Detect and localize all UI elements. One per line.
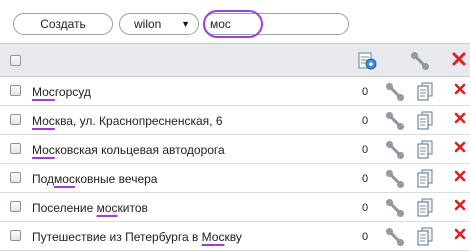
delete-all-icon[interactable] xyxy=(452,52,466,69)
name-suffix: ковные вечера xyxy=(74,172,158,186)
wrench-icon[interactable] xyxy=(386,141,404,162)
name-match: мос xyxy=(96,201,118,215)
wrench-icon[interactable] xyxy=(386,170,404,191)
wrench-icon[interactable] xyxy=(386,228,404,249)
search-input[interactable] xyxy=(206,15,276,33)
row-checkbox[interactable] xyxy=(10,85,21,96)
table-body: Мосгорсуд 0 Москва, ул. Краснопресненская,… xyxy=(0,77,470,251)
table-row: Мосгорсуд 0 xyxy=(0,77,470,106)
row-checkbox[interactable] xyxy=(10,114,21,125)
name-prefix: Под xyxy=(32,172,55,186)
geofence-table: Мосгорсуд 0 Москва, ул. Краснопресненская,… xyxy=(0,43,470,251)
delete-icon[interactable] xyxy=(454,83,466,98)
delete-icon[interactable] xyxy=(454,170,466,185)
row-checkbox[interactable] xyxy=(10,172,21,183)
document-icon[interactable] xyxy=(417,82,433,104)
usage-count: 0 xyxy=(362,202,369,214)
name-suffix: ква, ул. Краснопресненская, 6 xyxy=(54,114,223,128)
table-row: Поселение москитов 0 xyxy=(0,193,470,222)
name-match: Мос xyxy=(32,143,55,157)
account-select-value: wilon xyxy=(134,17,162,31)
name-suffix: китов xyxy=(117,201,148,215)
row-checkbox[interactable] xyxy=(10,143,21,154)
usage-count: 0 xyxy=(362,144,369,156)
document-icon[interactable] xyxy=(417,227,433,249)
geofence-name-link[interactable]: Подмосковные вечера xyxy=(32,172,157,186)
geofence-name-link[interactable]: Мосгорсуд xyxy=(32,85,91,99)
delete-icon[interactable] xyxy=(454,228,466,243)
table-header xyxy=(0,43,470,77)
delete-icon[interactable] xyxy=(454,141,466,156)
settings-doc-icon[interactable] xyxy=(356,51,378,74)
account-select[interactable]: wilon ▼ xyxy=(119,13,199,35)
create-button[interactable]: Создать xyxy=(13,13,113,35)
document-icon[interactable] xyxy=(417,198,433,220)
geofence-name-link[interactable]: Путешествие из Петербурга в Москву xyxy=(32,230,242,244)
table-row: Путешествие из Петербурга в Москву 0 xyxy=(0,222,470,251)
name-match: Мос xyxy=(201,230,225,244)
delete-icon[interactable] xyxy=(454,112,466,127)
row-checkbox[interactable] xyxy=(10,230,21,241)
geofence-name-link[interactable]: Московская кольцевая автодорога xyxy=(32,143,225,157)
name-suffix: ковская кольцевая автодорога xyxy=(54,143,225,157)
name-match: Мос xyxy=(32,114,55,128)
row-checkbox[interactable] xyxy=(10,201,21,212)
geofence-name-link[interactable]: Поселение москитов xyxy=(32,201,148,215)
document-icon[interactable] xyxy=(417,140,433,162)
select-all-checkbox[interactable] xyxy=(10,55,21,66)
table-row: Подмосковные вечера 0 xyxy=(0,164,470,193)
wrench-icon[interactable] xyxy=(386,112,404,133)
table-row: Москва, ул. Краснопресненская, 6 0 xyxy=(0,106,470,135)
wrench-icon[interactable] xyxy=(386,83,404,104)
usage-count: 0 xyxy=(362,173,369,185)
wrench-icon[interactable] xyxy=(411,52,429,73)
search-field xyxy=(203,13,349,35)
toolbar: Создать wilon ▼ xyxy=(0,0,470,43)
geofence-name-link[interactable]: Москва, ул. Краснопресненская, 6 xyxy=(32,114,223,128)
name-match: мос xyxy=(54,172,75,186)
name-suffix: горсуд xyxy=(54,85,91,99)
table-row: Московская кольцевая автодорога 0 xyxy=(0,135,470,164)
usage-count: 0 xyxy=(362,86,369,98)
usage-count: 0 xyxy=(362,115,369,127)
name-prefix: Поселение xyxy=(32,201,97,215)
document-icon[interactable] xyxy=(417,169,433,191)
usage-count: 0 xyxy=(362,231,369,243)
wrench-icon[interactable] xyxy=(386,199,404,220)
delete-icon[interactable] xyxy=(454,199,466,214)
dropdown-arrow-icon: ▼ xyxy=(181,19,190,29)
document-icon[interactable] xyxy=(417,111,433,133)
name-match: Мос xyxy=(32,85,55,99)
name-prefix: Путешествие из Петербурга в xyxy=(32,230,202,244)
name-suffix: кву xyxy=(224,230,242,244)
